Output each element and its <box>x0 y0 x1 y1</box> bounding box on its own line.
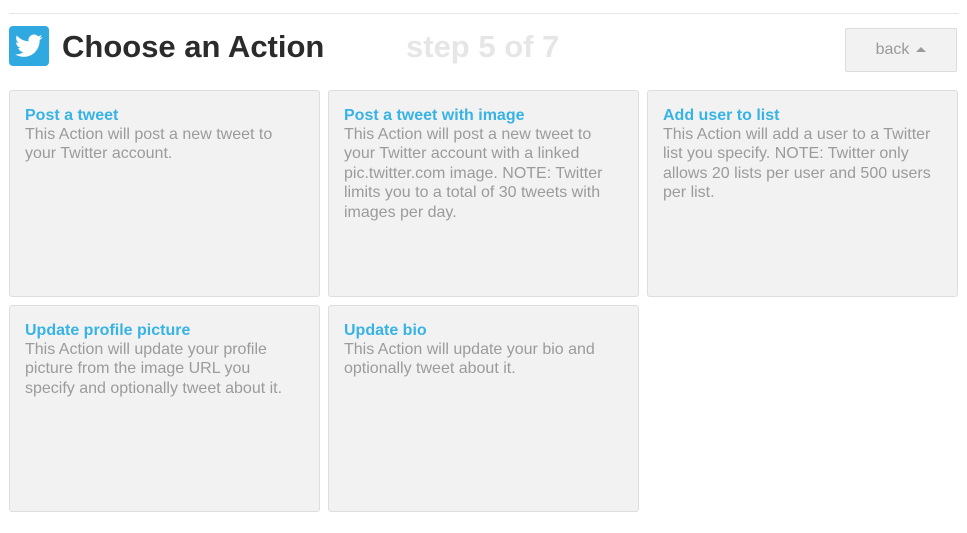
page-title: Choose an Action <box>62 29 325 64</box>
action-description: This Action will post a new tweet to you… <box>344 126 603 221</box>
back-button[interactable]: back <box>845 28 957 72</box>
action-description: This Action will add a user to a Twitter… <box>663 126 931 202</box>
page-header: Choose an Action step 5 of 7 back <box>9 26 959 74</box>
action-description: This Action will update your bio and opt… <box>344 341 595 378</box>
action-title[interactable]: Post a tweet with image <box>344 106 623 125</box>
action-card-add-user-to-list[interactable]: Add user to list This Action will add a … <box>647 90 958 297</box>
action-title[interactable]: Add user to list <box>663 106 942 125</box>
top-divider <box>9 13 959 14</box>
action-description: This Action will update your profile pic… <box>25 341 283 397</box>
back-button-label: back <box>875 41 910 58</box>
action-card-update-profile-picture[interactable]: Update profile picture This Action will … <box>9 305 320 512</box>
twitter-bird-icon <box>9 26 49 66</box>
step-indicator: step 5 of 7 <box>406 29 560 64</box>
caret-up-icon <box>916 46 927 52</box>
action-card-post-tweet-with-image[interactable]: Post a tweet with image This Action will… <box>328 90 639 297</box>
action-title[interactable]: Post a tweet <box>25 106 304 125</box>
action-title[interactable]: Update profile picture <box>25 321 304 340</box>
action-card-post-tweet[interactable]: Post a tweet This Action will post a new… <box>9 90 320 297</box>
action-card-update-bio[interactable]: Update bio This Action will update your … <box>328 305 639 512</box>
action-description: This Action will post a new tweet to you… <box>25 126 273 163</box>
action-title[interactable]: Update bio <box>344 321 623 340</box>
